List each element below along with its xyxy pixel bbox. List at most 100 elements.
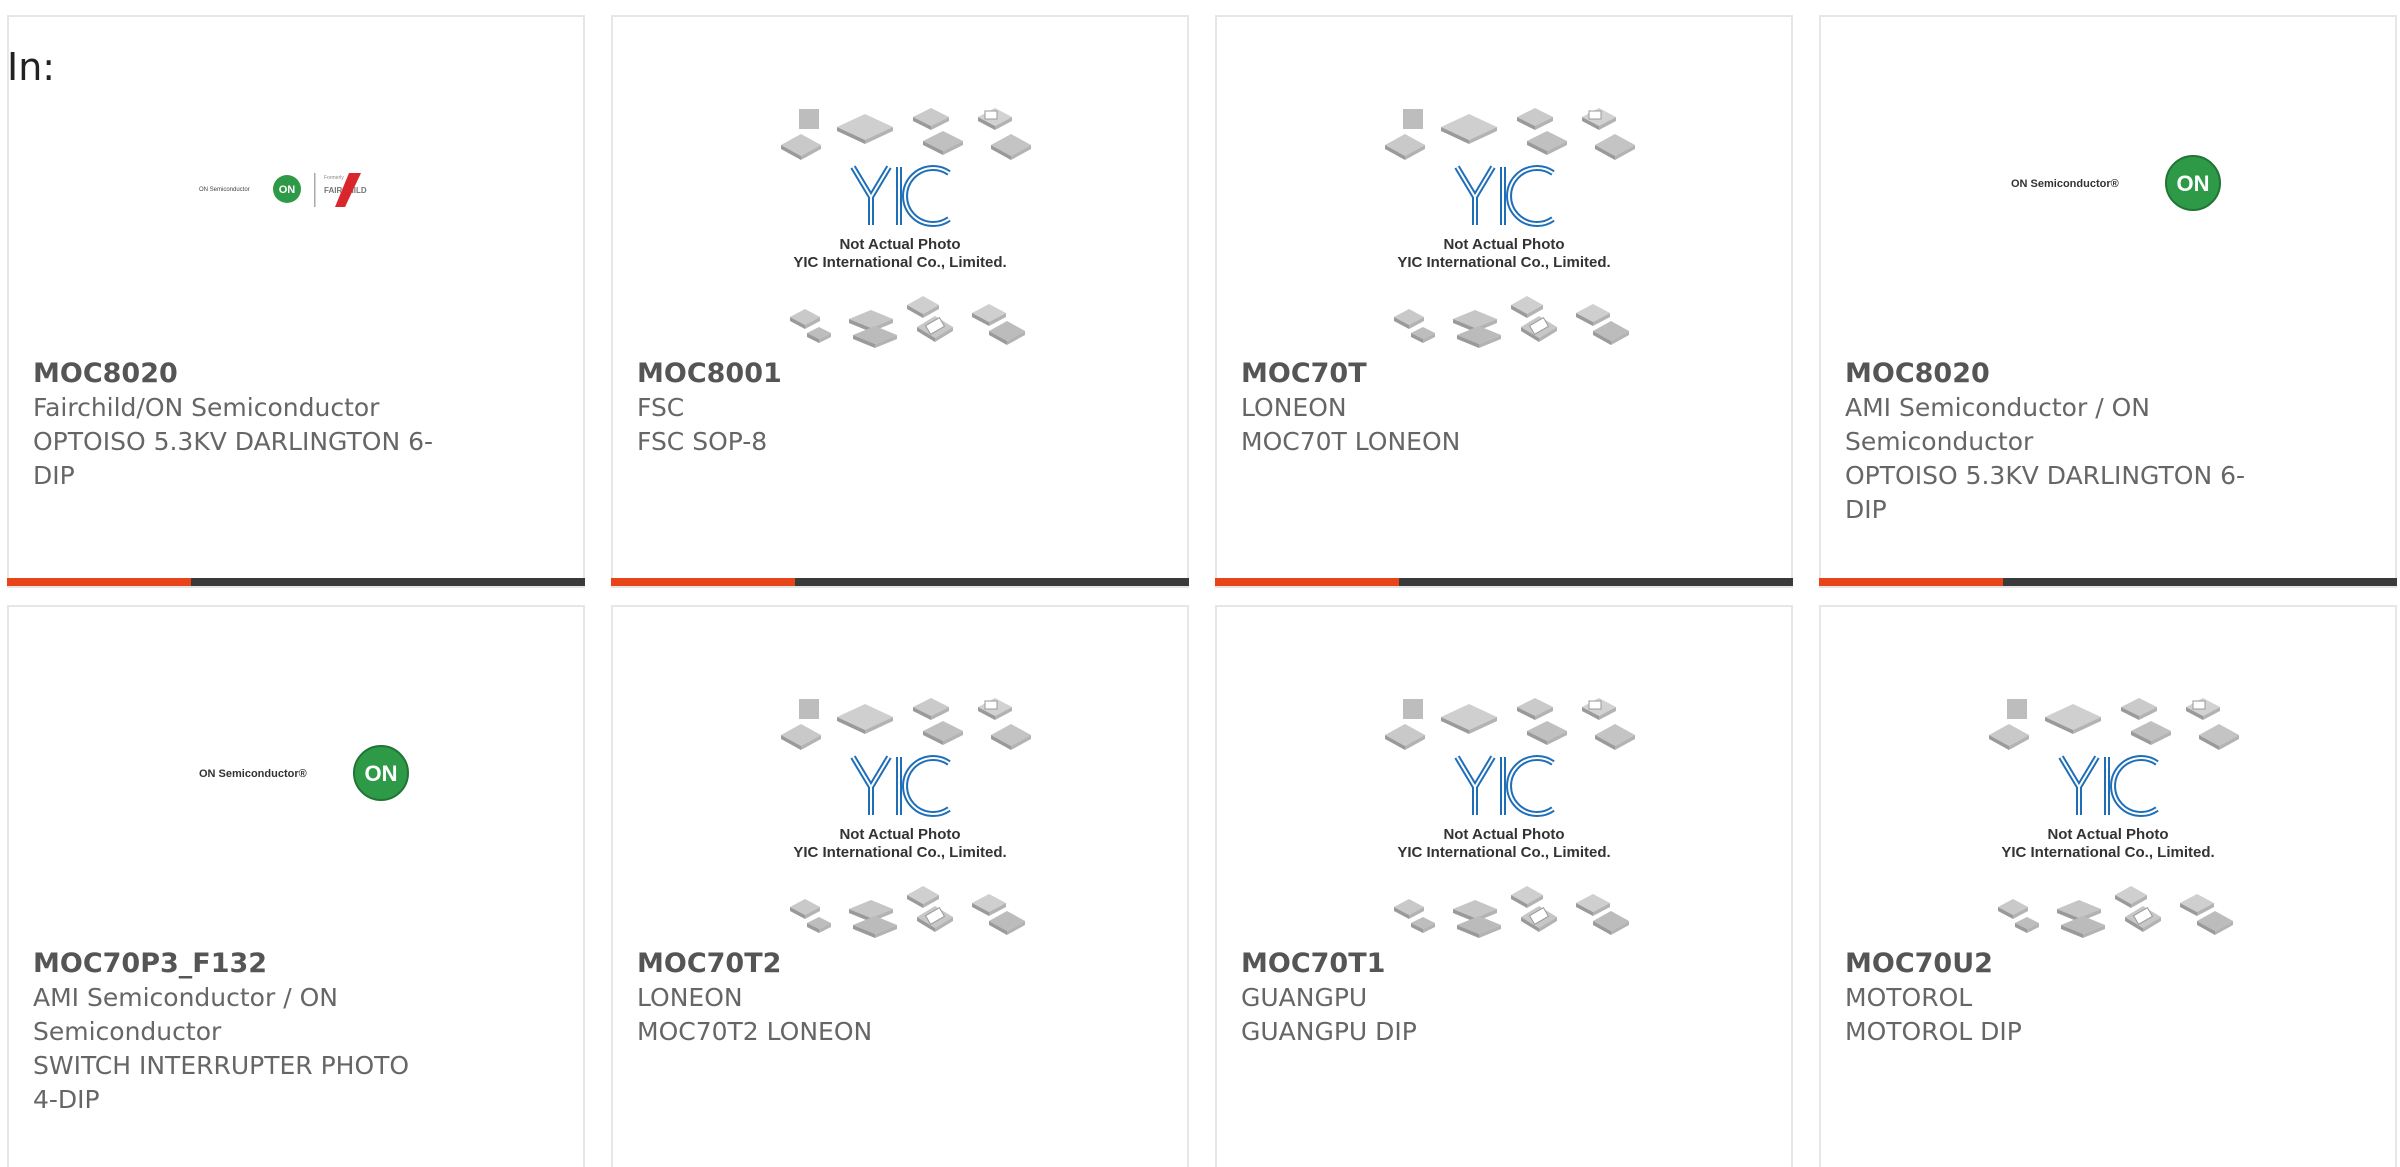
product-card[interactable]: ON Semiconductor® ON MOC8020 AMI Semicond… xyxy=(1819,15,2397,588)
manufacturer: MOTOROL xyxy=(1845,983,1973,1012)
description-line: OPTOISO 5.3KV DARLINGTON 6- xyxy=(33,427,434,456)
onsemi-logo-text: ON Semiconductor® xyxy=(199,768,307,780)
on-badge-text: ON xyxy=(279,184,296,196)
product-card[interactable]: ON Semiconductor® ON MOC70P3_F132 AMI Sem… xyxy=(7,605,585,1167)
description-line: DIP xyxy=(1845,495,1887,524)
product-info: MOC70P3_F132 AMI Semiconductor / ON Semi… xyxy=(33,947,463,1117)
manufacturer: FSC xyxy=(637,393,685,422)
chip-icon xyxy=(1595,134,1635,156)
chip-icon xyxy=(1441,114,1497,140)
manufacturer-line: AMI Semiconductor / ON xyxy=(33,983,338,1012)
product-card[interactable]: Not Actual Photo YIC International Co., L… xyxy=(1819,605,2397,1167)
product-info: MOC8020 AMI Semiconductor / ON Semicondu… xyxy=(1845,357,2275,527)
chip-icon xyxy=(2199,724,2239,746)
chip-icon xyxy=(799,699,819,719)
product-info: MOC70T2 LONEON MOC70T2 LONEON xyxy=(637,947,1067,1049)
product-image-onsemi-fairchild: ON Semiconductor ON Formerly FAIRCHILD xyxy=(199,173,367,207)
description-line: DIP xyxy=(33,461,75,490)
chip-icon xyxy=(1595,724,1635,746)
card-hover-bar xyxy=(7,578,585,586)
chip-icon xyxy=(781,724,821,746)
yic-logo-icon xyxy=(850,165,951,227)
card-hover-bar xyxy=(1215,578,1793,586)
placeholder-caption: YIC International Co., Limited. xyxy=(2001,844,2214,861)
part-number[interactable]: MOC8020 xyxy=(33,357,463,391)
chip-icon xyxy=(837,114,893,140)
manufacturer: LONEON xyxy=(637,983,743,1012)
product-image-placeholder: Not Actual PhotoYIC International Co., L… xyxy=(1385,698,1635,938)
product-card[interactable]: Not Actual Photo YIC International Co., L… xyxy=(1215,605,1793,1167)
placeholder-caption: YIC International Co., Limited. xyxy=(793,254,1006,271)
yic-logo-icon xyxy=(2058,755,2159,817)
product-info: MOC8020 Fairchild/ON Semiconductor OPTOI… xyxy=(33,357,463,493)
product-image-placeholder: Not Actual PhotoYIC International Co., L… xyxy=(781,698,1031,938)
product-info: MOC70U2 MOTOROL MOTOROL DIP xyxy=(1845,947,2275,1049)
filter-label: In: xyxy=(7,45,56,89)
chip-icon xyxy=(781,134,821,156)
onsemi-logo-text: ON Semiconductor xyxy=(199,187,250,193)
product-info: MOC70T LONEON MOC70T LONEON xyxy=(1241,357,1671,459)
placeholder-caption: YIC International Co., Limited. xyxy=(1397,844,1610,861)
chip-icon xyxy=(1403,699,1423,719)
description-line: SWITCH INTERRUPTER PHOTO xyxy=(33,1051,410,1080)
description-line: 4-DIP xyxy=(33,1085,100,1114)
manufacturer: Fairchild/ON Semiconductor xyxy=(33,393,380,422)
chip-icon xyxy=(991,724,1031,746)
chip-icon xyxy=(1385,724,1425,746)
product-card[interactable]: Not Actual Photo YIC International Co., L… xyxy=(611,605,1189,1167)
part-number[interactable]: MOC70T1 xyxy=(1241,947,1671,981)
placeholder-caption: Not Actual Photo xyxy=(839,826,960,843)
product-card[interactable]: Not Actual Photo YIC International Co., L… xyxy=(611,15,1189,588)
description-line: FSC SOP-8 xyxy=(637,427,768,456)
manufacturer-line: AMI Semiconductor / ON xyxy=(1845,393,2150,422)
placeholder-caption: YIC International Co., Limited. xyxy=(1397,254,1610,271)
manufacturer: GUANGPU xyxy=(1241,983,1368,1012)
chip-icon xyxy=(1385,134,1425,156)
description-line: OPTOISO 5.3KV DARLINGTON 6- xyxy=(1845,461,2246,490)
manufacturer-line: Semiconductor xyxy=(1845,427,2034,456)
fairchild-formerly-text: Formerly xyxy=(324,175,344,181)
chip-icon xyxy=(1989,724,2029,746)
part-number[interactable]: MOC70T xyxy=(1241,357,1671,391)
product-info: MOC8001 FSC FSC SOP-8 xyxy=(637,357,1067,459)
product-image-placeholder: Not Actual PhotoYIC International Co., L… xyxy=(1385,108,1635,348)
chip-icon xyxy=(799,109,819,129)
manufacturer: LONEON xyxy=(1241,393,1347,422)
chip-icon xyxy=(1441,704,1497,730)
chip-icon xyxy=(837,704,893,730)
yic-logo-icon xyxy=(1454,755,1555,817)
chip-icon xyxy=(2197,911,2233,931)
yic-logo-icon xyxy=(1454,165,1555,227)
product-card[interactable]: ON Semiconductor ON Formerly FAIRCHILD M… xyxy=(7,15,585,588)
description-line: MOC70T2 LONEON xyxy=(637,1017,873,1046)
product-grid: ON Semiconductor ON Formerly FAIRCHILD M… xyxy=(0,0,2400,1167)
card-hover-bar xyxy=(1819,578,2397,586)
on-badge-text: ON xyxy=(365,761,398,786)
description-line: GUANGPU DIP xyxy=(1241,1017,1417,1046)
product-card[interactable]: Not Actual Photo YIC International Co., L… xyxy=(1215,15,1793,588)
part-number[interactable]: MOC70U2 xyxy=(1845,947,2275,981)
part-number[interactable]: MOC70T2 xyxy=(637,947,1067,981)
part-number[interactable]: MOC70P3_F132 xyxy=(33,947,463,981)
yic-logo-icon xyxy=(850,755,951,817)
part-number[interactable]: MOC8020 xyxy=(1845,357,2275,391)
product-image-onsemi: ON Semiconductor® ON xyxy=(2011,155,2221,211)
description-line: MOC70T LONEON xyxy=(1241,427,1461,456)
product-image-placeholder: Not Actual PhotoYIC International Co., L… xyxy=(1989,698,2239,938)
chip-icon xyxy=(1403,109,1423,129)
placeholder-caption: Not Actual Photo xyxy=(1443,826,1564,843)
chip-icon xyxy=(2007,699,2027,719)
manufacturer-line: Semiconductor xyxy=(33,1017,222,1046)
product-image-placeholder: Not Actual PhotoYIC International Co., L… xyxy=(781,108,1031,348)
card-hover-bar xyxy=(611,578,1189,586)
placeholder-caption: Not Actual Photo xyxy=(2047,826,2168,843)
placeholder-caption: YIC International Co., Limited. xyxy=(793,844,1006,861)
placeholder-caption: Not Actual Photo xyxy=(1443,236,1564,253)
product-info: MOC70T1 GUANGPU GUANGPU DIP xyxy=(1241,947,1671,1049)
chip-icon xyxy=(991,134,1031,156)
placeholder-caption: Not Actual Photo xyxy=(839,236,960,253)
chip-icon xyxy=(2045,704,2101,730)
part-number[interactable]: MOC8001 xyxy=(637,357,1067,391)
on-badge-text: ON xyxy=(2177,171,2210,196)
description-line: MOTOROL DIP xyxy=(1845,1017,2022,1046)
